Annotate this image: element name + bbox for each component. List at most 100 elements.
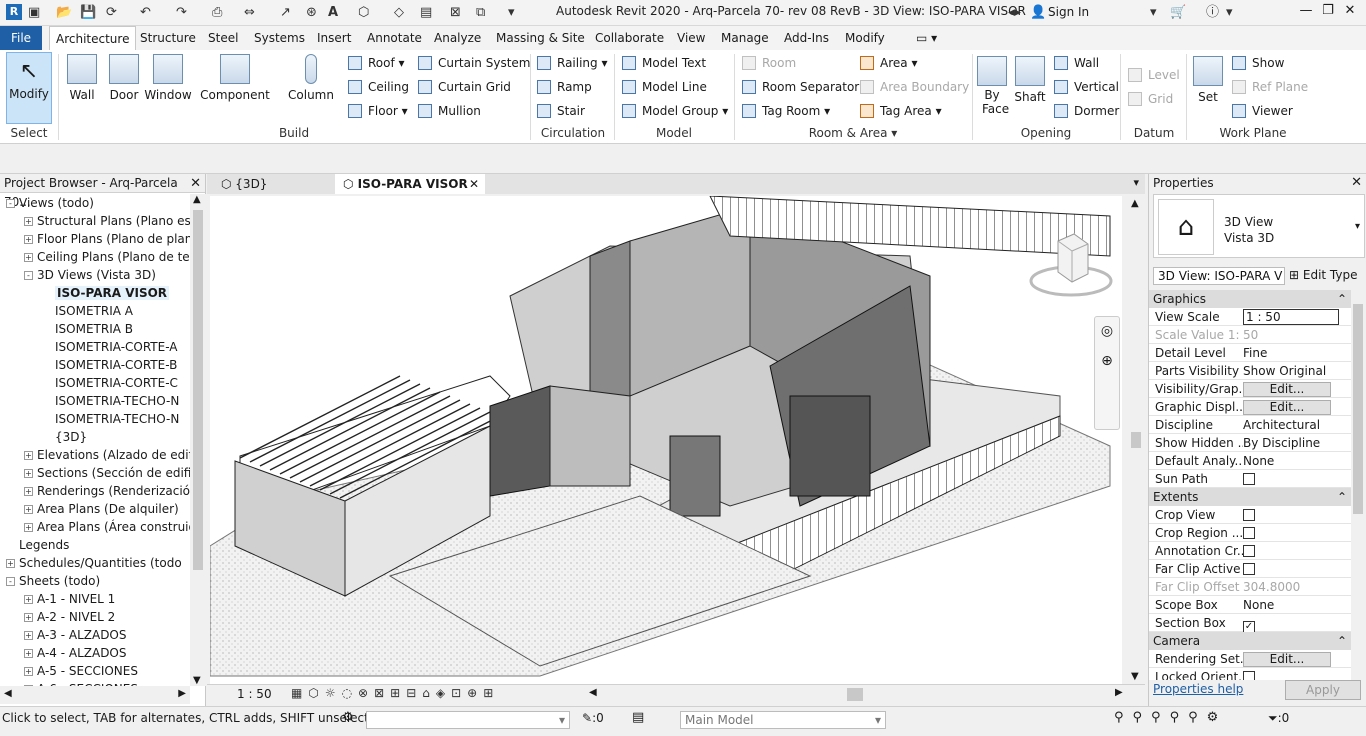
property-value[interactable] — [1243, 668, 1339, 680]
door-button[interactable]: Door — [104, 54, 144, 102]
worksets-icon[interactable]: ⚙ — [342, 710, 354, 725]
grid-button[interactable]: Grid — [1128, 92, 1173, 106]
dormer-button[interactable]: Dormer — [1054, 104, 1119, 118]
browser-node[interactable]: + Sections (Sección de edifici — [24, 464, 190, 482]
shaft-button[interactable]: Shaft — [1012, 56, 1048, 104]
help-icon[interactable]: ⓘ — [1206, 4, 1219, 22]
property-value[interactable]: By Discipline — [1243, 434, 1339, 452]
tab-view[interactable]: View — [671, 26, 711, 50]
edit-type-button[interactable]: ⊞ Edit Type — [1289, 268, 1358, 282]
floor-button[interactable]: Floor ▾ — [348, 104, 408, 118]
tab-collaborate[interactable]: Collaborate — [589, 26, 670, 50]
design-option-dropdown[interactable]: Main Model ▾ — [680, 711, 886, 729]
selection-toggle-icons[interactable]: ⚲⚲⚲⚲⚲⚙ — [1114, 710, 1227, 725]
signin-dropdown-icon[interactable]: ▾ — [1150, 4, 1157, 22]
collapse-icon[interactable]: - — [24, 271, 33, 280]
hscroll-thumb[interactable] — [847, 688, 863, 701]
browser-node[interactable]: + A-2 - NIVEL 2 — [24, 608, 115, 626]
property-value[interactable]: None — [1243, 452, 1339, 470]
expand-icon[interactable]: + — [24, 235, 33, 244]
expand-icon[interactable]: + — [24, 487, 33, 496]
browser-node[interactable]: + Renderings (Renderización — [24, 482, 190, 500]
tab-steel[interactable]: Steel — [202, 26, 244, 50]
property-value[interactable] — [1243, 506, 1339, 524]
scroll-thumb[interactable] — [193, 210, 203, 570]
browser-node[interactable]: ISOMETRIA-TECHO-N — [42, 410, 179, 428]
checkbox[interactable] — [1243, 509, 1255, 521]
edit-button[interactable]: Edit... — [1243, 400, 1331, 415]
property-value[interactable]: None — [1243, 596, 1339, 614]
scroll-left-icon[interactable]: ◀ — [4, 688, 12, 699]
component-button[interactable]: Component — [200, 54, 270, 102]
expand-icon[interactable]: + — [24, 649, 33, 658]
view-tab-iso-para-visor[interactable]: ⬡ ISO-PARA VISOR ✕ — [335, 174, 485, 194]
stair-button[interactable]: Stair — [537, 104, 585, 118]
expand-icon[interactable]: + — [24, 595, 33, 604]
browser-node[interactable]: + Area Plans (Área construida — [24, 518, 190, 536]
browser-node[interactable]: + Schedules/Quantities (todo — [6, 554, 182, 572]
wall-opening-button[interactable]: Wall — [1054, 56, 1099, 70]
browser-node[interactable]: ISOMETRIA B — [42, 320, 133, 338]
edit-button[interactable]: Edit... — [1243, 652, 1331, 667]
properties-section-header[interactable]: Camera ⌃ — [1149, 632, 1351, 650]
customize-qat-icon[interactable]: ▾ — [508, 4, 515, 22]
property-value[interactable]: ✓ — [1243, 614, 1339, 633]
room-area-panel-label[interactable]: Room & Area ▾ — [736, 126, 970, 140]
minimize-button[interactable]: — — [1296, 3, 1316, 18]
view-control-icons[interactable]: ▦⬡☼◌⊗⊠⊞⊟⌂◈⊡⊕⊞ — [291, 686, 499, 700]
sign-in-link[interactable]: Sign In — [1048, 5, 1089, 19]
viewer-button[interactable]: Viewer — [1232, 104, 1293, 118]
ref-plane-button[interactable]: Ref Plane — [1232, 80, 1308, 94]
editable-only-count[interactable]: ✎:0 — [582, 711, 604, 725]
browser-node[interactable]: - Views (todo) — [6, 194, 94, 212]
revit-logo-icon[interactable]: R — [6, 4, 22, 20]
aligned-dimension-icon[interactable]: ↗ — [280, 4, 291, 22]
user-icon[interactable]: 👤 — [1030, 4, 1046, 22]
modify-button[interactable]: ↖ Modify — [6, 52, 52, 124]
design-options-icon[interactable]: ▤ — [632, 710, 644, 725]
expand-icon[interactable]: + — [24, 469, 33, 478]
collapse-icon[interactable]: - — [6, 199, 15, 208]
apply-button[interactable]: Apply — [1285, 680, 1361, 700]
restore-button[interactable]: ❐ — [1318, 3, 1338, 18]
ramp-button[interactable]: Ramp — [537, 80, 592, 94]
tab-modify[interactable]: Modify — [839, 26, 891, 50]
browser-node[interactable]: + Ceiling Plans (Plano de tech — [24, 248, 190, 266]
show-workplane-button[interactable]: Show — [1232, 56, 1284, 70]
property-value[interactable]: Edit... — [1243, 380, 1339, 398]
collapse-icon[interactable]: - — [6, 577, 15, 586]
close-icon[interactable]: ✕ — [190, 174, 201, 193]
text-icon[interactable]: A — [328, 4, 338, 22]
set-workplane-button[interactable]: Set — [1192, 56, 1224, 104]
checkbox[interactable] — [1243, 527, 1255, 539]
tab-structure[interactable]: Structure — [134, 26, 202, 50]
filter-count[interactable]: ⏷:0 — [1268, 711, 1289, 726]
expand-icon[interactable]: + — [24, 217, 33, 226]
scroll-right-icon[interactable]: ▶ — [178, 688, 186, 699]
tab-analyze[interactable]: Analyze — [428, 26, 487, 50]
scroll-down-icon[interactable]: ▼ — [193, 675, 201, 686]
active-workset-dropdown[interactable]: ▾ — [366, 711, 570, 729]
scroll-thumb[interactable] — [1353, 304, 1363, 514]
cart-icon[interactable]: 🛒 — [1170, 4, 1186, 22]
browser-node[interactable]: ISO-PARA VISOR — [42, 284, 170, 302]
room-button[interactable]: Room — [742, 56, 796, 70]
mullion-button[interactable]: Mullion — [418, 104, 481, 118]
browser-node[interactable]: ISOMETRIA-TECHO-N — [42, 392, 179, 410]
browser-hscrollbar[interactable]: ◀ ▶ — [0, 686, 190, 704]
property-value[interactable]: Edit... — [1243, 398, 1339, 416]
3d-view-canvas[interactable]: ◎ ⊕ — [210, 196, 1128, 684]
scroll-down-icon[interactable]: ▼ — [1131, 671, 1139, 682]
browser-node[interactable]: + A-3 - ALZADOS — [24, 626, 127, 644]
view-scale[interactable]: 1 : 50 — [237, 687, 272, 701]
steering-wheel-icon[interactable]: ◎ — [1095, 323, 1119, 339]
window-button[interactable]: Window — [144, 54, 192, 102]
roof-button[interactable]: Roof ▾ — [348, 56, 405, 70]
scroll-up-icon[interactable]: ▲ — [193, 194, 201, 205]
browser-node[interactable]: - Sheets (todo) — [6, 572, 100, 590]
tab-systems[interactable]: Systems — [248, 26, 311, 50]
collapse-icon[interactable]: ⌃ — [1337, 488, 1347, 506]
browser-node[interactable]: + Structural Plans (Plano estr — [24, 212, 190, 230]
print-icon[interactable]: ⎙ — [212, 4, 222, 22]
measure-icon[interactable]: ⇔ — [244, 4, 255, 22]
